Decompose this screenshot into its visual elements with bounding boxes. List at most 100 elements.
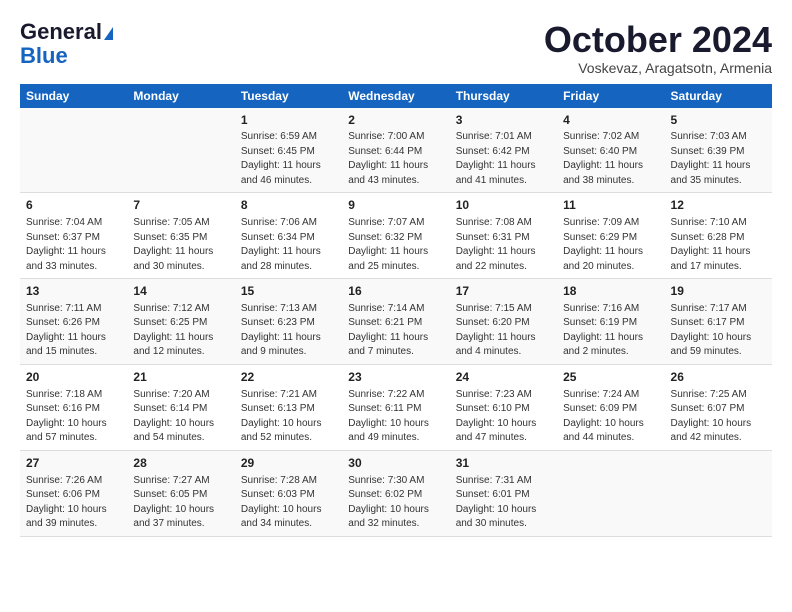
day-info: Sunrise: 7:09 AM Sunset: 6:29 PM Dayligh… <box>563 216 658 274</box>
week-row-2: 6Sunrise: 7:04 AM Sunset: 6:37 PM Daylig… <box>20 193 772 279</box>
day-info: Sunrise: 7:17 AM Sunset: 6:17 PM Dayligh… <box>671 302 766 360</box>
day-info: Sunrise: 7:13 AM Sunset: 6:23 PM Dayligh… <box>241 302 336 360</box>
day-number: 4 <box>563 112 658 129</box>
calendar-cell: 2Sunrise: 7:00 AM Sunset: 6:44 PM Daylig… <box>342 108 449 193</box>
day-number: 3 <box>456 112 551 129</box>
weekday-header-wednesday: Wednesday <box>342 84 449 108</box>
calendar-cell: 30 Sunrise: 7:30 AM Sunset: 6:02 PM Dayli… <box>342 450 449 536</box>
calendar-cell: 7 Sunrise: 7:05 AM Sunset: 6:35 PM Daylig… <box>127 193 234 279</box>
calendar-cell: 12Sunrise: 7:10 AM Sunset: 6:28 PM Dayli… <box>665 193 772 279</box>
calendar-cell: 1Sunrise: 6:59 AM Sunset: 6:45 PM Daylig… <box>235 108 342 193</box>
calendar-cell <box>127 108 234 193</box>
day-number: 22 <box>241 369 336 386</box>
day-info: Sunrise: 7:24 AM Sunset: 6:09 PM Dayligh… <box>563 388 658 446</box>
day-info: Sunrise: 7:14 AM Sunset: 6:21 PM Dayligh… <box>348 302 443 360</box>
page: General Blue October 2024 Voskevaz, Arag… <box>0 0 792 547</box>
day-info: Sunrise: 7:08 AM Sunset: 6:31 PM Dayligh… <box>456 216 551 274</box>
weekday-header-friday: Friday <box>557 84 664 108</box>
calendar-cell: 29Sunrise: 7:28 AM Sunset: 6:03 PM Dayli… <box>235 450 342 536</box>
header: General Blue October 2024 Voskevaz, Arag… <box>20 20 772 76</box>
week-row-4: 20Sunrise: 7:18 AM Sunset: 6:16 PM Dayli… <box>20 364 772 450</box>
calendar-cell: 15 Sunrise: 7:13 AM Sunset: 6:23 PM Dayli… <box>235 279 342 365</box>
calendar-cell: 11 Sunrise: 7:09 AM Sunset: 6:29 PM Dayli… <box>557 193 664 279</box>
logo: General Blue <box>20 20 113 68</box>
calendar-cell: 16 Sunrise: 7:14 AM Sunset: 6:21 PM Dayli… <box>342 279 449 365</box>
calendar-cell: 17Sunrise: 7:15 AM Sunset: 6:20 PM Dayli… <box>450 279 557 365</box>
day-info: Sunrise: 7:21 AM Sunset: 6:13 PM Dayligh… <box>241 388 336 446</box>
day-number: 18 <box>563 283 658 300</box>
day-info: Sunrise: 7:00 AM Sunset: 6:44 PM Dayligh… <box>348 130 443 188</box>
weekday-header-row: SundayMondayTuesdayWednesdayThursdayFrid… <box>20 84 772 108</box>
day-number: 21 <box>133 369 228 386</box>
calendar-cell: 5Sunrise: 7:03 AM Sunset: 6:39 PM Daylig… <box>665 108 772 193</box>
day-number: 9 <box>348 197 443 214</box>
day-info: Sunrise: 7:20 AM Sunset: 6:14 PM Dayligh… <box>133 388 228 446</box>
day-number: 16 <box>348 283 443 300</box>
day-number: 5 <box>671 112 766 129</box>
day-info: Sunrise: 7:22 AM Sunset: 6:11 PM Dayligh… <box>348 388 443 446</box>
calendar-cell: 13 Sunrise: 7:11 AM Sunset: 6:26 PM Dayli… <box>20 279 127 365</box>
day-number: 17 <box>456 283 551 300</box>
calendar-cell: 25Sunrise: 7:24 AM Sunset: 6:09 PM Dayli… <box>557 364 664 450</box>
day-number: 13 <box>26 283 121 300</box>
day-info: Sunrise: 7:30 AM Sunset: 6:02 PM Dayligh… <box>348 474 443 532</box>
calendar-cell: 24 Sunrise: 7:23 AM Sunset: 6:10 PM Dayli… <box>450 364 557 450</box>
logo-blue: Blue <box>20 44 68 68</box>
calendar-cell: 9 Sunrise: 7:07 AM Sunset: 6:32 PM Daylig… <box>342 193 449 279</box>
day-number: 6 <box>26 197 121 214</box>
day-number: 29 <box>241 455 336 472</box>
calendar-cell: 14Sunrise: 7:12 AM Sunset: 6:25 PM Dayli… <box>127 279 234 365</box>
day-number: 31 <box>456 455 551 472</box>
day-number: 26 <box>671 369 766 386</box>
calendar-cell: 19Sunrise: 7:17 AM Sunset: 6:17 PM Dayli… <box>665 279 772 365</box>
calendar-table: SundayMondayTuesdayWednesdayThursdayFrid… <box>20 84 772 537</box>
day-info: Sunrise: 7:23 AM Sunset: 6:10 PM Dayligh… <box>456 388 551 446</box>
day-number: 23 <box>348 369 443 386</box>
title-block: October 2024 Voskevaz, Aragatsotn, Armen… <box>544 20 772 76</box>
day-info: Sunrise: 7:01 AM Sunset: 6:42 PM Dayligh… <box>456 130 551 188</box>
location-subtitle: Voskevaz, Aragatsotn, Armenia <box>544 60 772 76</box>
calendar-cell: 18 Sunrise: 7:16 AM Sunset: 6:19 PM Dayli… <box>557 279 664 365</box>
weekday-header-sunday: Sunday <box>20 84 127 108</box>
day-number: 24 <box>456 369 551 386</box>
weekday-header-monday: Monday <box>127 84 234 108</box>
day-number: 1 <box>241 112 336 129</box>
day-info: Sunrise: 7:02 AM Sunset: 6:40 PM Dayligh… <box>563 130 658 188</box>
day-info: Sunrise: 7:11 AM Sunset: 6:26 PM Dayligh… <box>26 302 121 360</box>
calendar-cell <box>557 450 664 536</box>
calendar-cell: 22 Sunrise: 7:21 AM Sunset: 6:13 PM Dayli… <box>235 364 342 450</box>
week-row-5: 27Sunrise: 7:26 AM Sunset: 6:06 PM Dayli… <box>20 450 772 536</box>
calendar-cell <box>665 450 772 536</box>
weekday-header-tuesday: Tuesday <box>235 84 342 108</box>
calendar-cell: 21 Sunrise: 7:20 AM Sunset: 6:14 PM Dayli… <box>127 364 234 450</box>
day-info: Sunrise: 7:25 AM Sunset: 6:07 PM Dayligh… <box>671 388 766 446</box>
weekday-header-saturday: Saturday <box>665 84 772 108</box>
day-number: 15 <box>241 283 336 300</box>
week-row-1: 1Sunrise: 6:59 AM Sunset: 6:45 PM Daylig… <box>20 108 772 193</box>
day-info: Sunrise: 7:06 AM Sunset: 6:34 PM Dayligh… <box>241 216 336 274</box>
day-info: Sunrise: 7:26 AM Sunset: 6:06 PM Dayligh… <box>26 474 121 532</box>
month-title: October 2024 <box>544 20 772 60</box>
calendar-cell: 3Sunrise: 7:01 AM Sunset: 6:42 PM Daylig… <box>450 108 557 193</box>
day-info: Sunrise: 7:31 AM Sunset: 6:01 PM Dayligh… <box>456 474 551 532</box>
calendar-cell: 28Sunrise: 7:27 AM Sunset: 6:05 PM Dayli… <box>127 450 234 536</box>
day-info: Sunrise: 7:18 AM Sunset: 6:16 PM Dayligh… <box>26 388 121 446</box>
calendar-cell: 4Sunrise: 7:02 AM Sunset: 6:40 PM Daylig… <box>557 108 664 193</box>
calendar-cell: 8 Sunrise: 7:06 AM Sunset: 6:34 PM Daylig… <box>235 193 342 279</box>
day-number: 28 <box>133 455 228 472</box>
day-number: 11 <box>563 197 658 214</box>
calendar-cell: 27Sunrise: 7:26 AM Sunset: 6:06 PM Dayli… <box>20 450 127 536</box>
week-row-3: 13 Sunrise: 7:11 AM Sunset: 6:26 PM Dayli… <box>20 279 772 365</box>
day-info: Sunrise: 6:59 AM Sunset: 6:45 PM Dayligh… <box>241 130 336 188</box>
calendar-cell: 31 Sunrise: 7:31 AM Sunset: 6:01 PM Dayli… <box>450 450 557 536</box>
day-info: Sunrise: 7:05 AM Sunset: 6:35 PM Dayligh… <box>133 216 228 274</box>
calendar-cell: 20Sunrise: 7:18 AM Sunset: 6:16 PM Dayli… <box>20 364 127 450</box>
calendar-cell <box>20 108 127 193</box>
day-info: Sunrise: 7:07 AM Sunset: 6:32 PM Dayligh… <box>348 216 443 274</box>
day-info: Sunrise: 7:16 AM Sunset: 6:19 PM Dayligh… <box>563 302 658 360</box>
day-number: 14 <box>133 283 228 300</box>
day-number: 2 <box>348 112 443 129</box>
day-number: 7 <box>133 197 228 214</box>
day-number: 8 <box>241 197 336 214</box>
day-number: 30 <box>348 455 443 472</box>
